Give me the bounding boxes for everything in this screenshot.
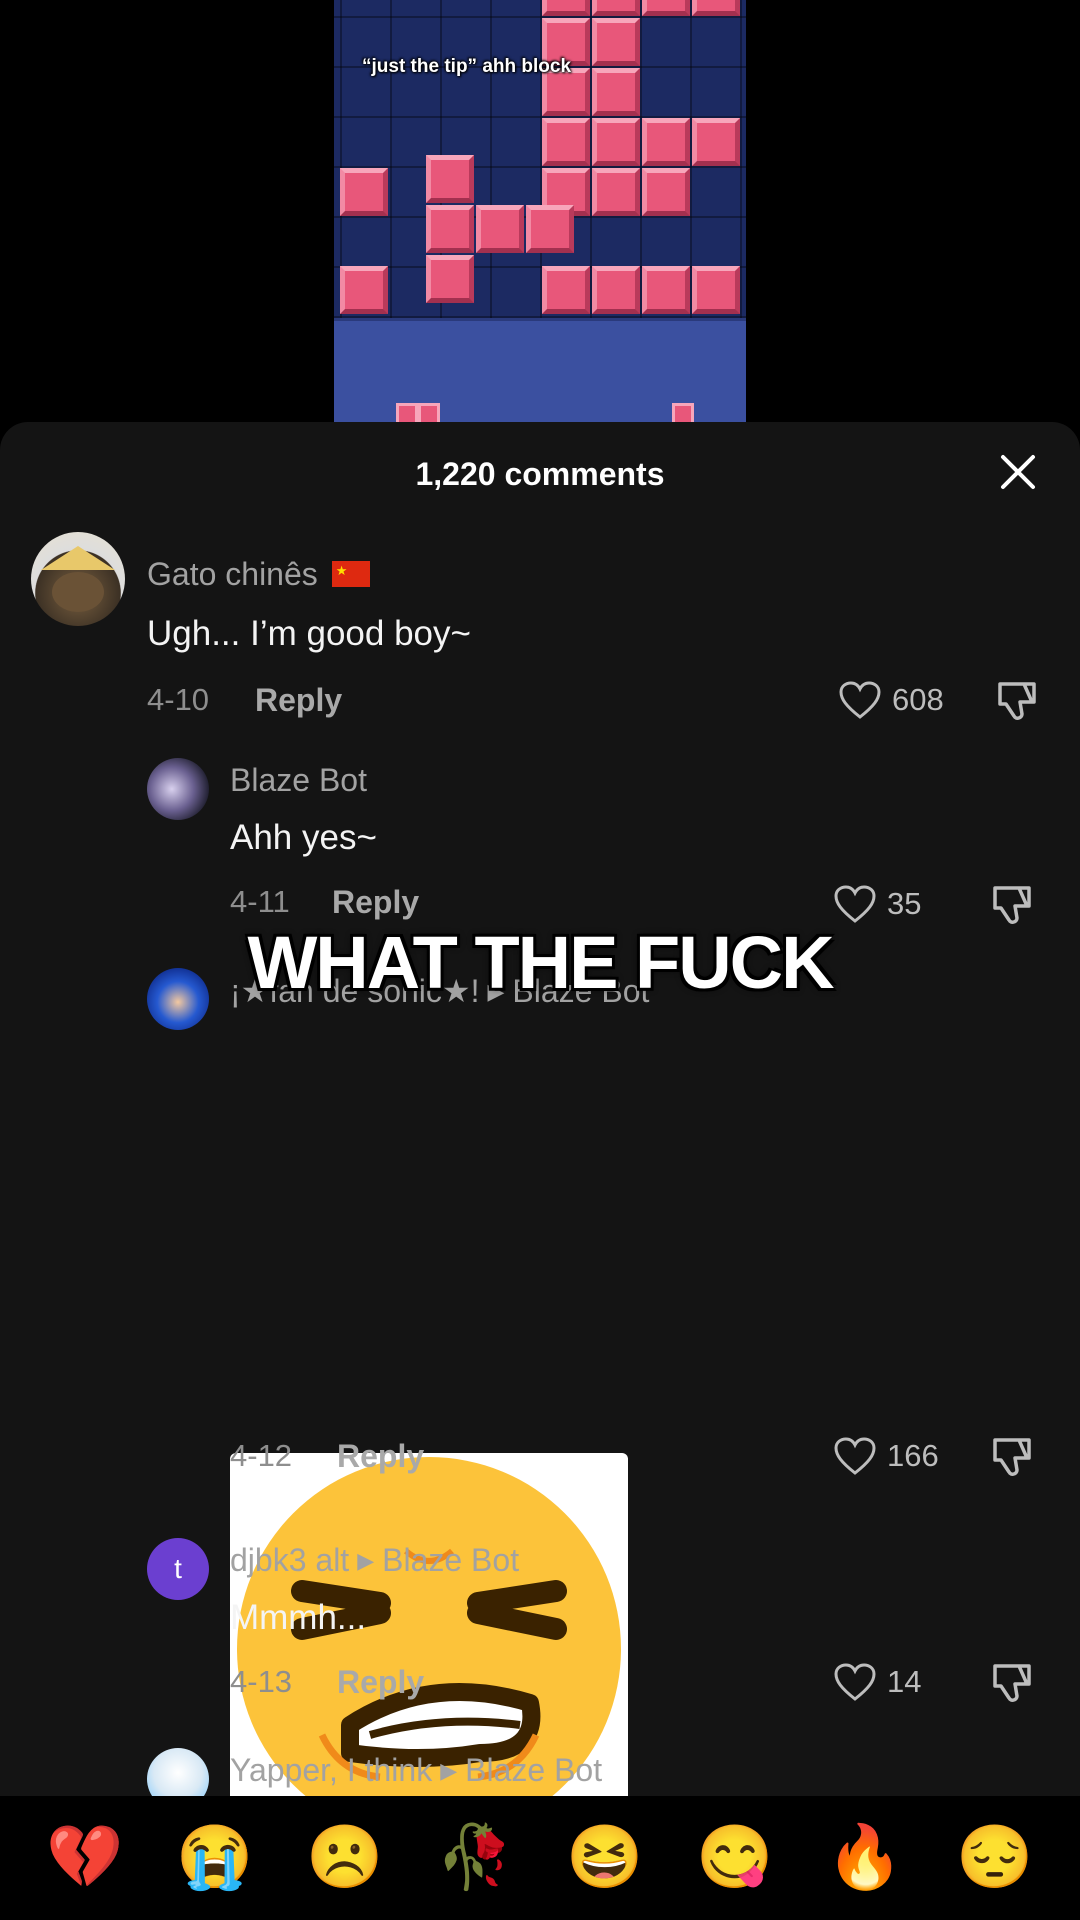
- comment: Gato chinês ★ Ugh... I’m good boy~ 4-10 R…: [0, 532, 1080, 732]
- avatar[interactable]: [31, 532, 125, 626]
- comment-date: 4-11: [230, 884, 290, 919]
- block-puzzle-board: [334, 0, 746, 318]
- comment-text: Ugh... I’m good boy~: [147, 614, 471, 653]
- comment-meta-row: 4-12 Reply 166: [0, 1434, 1080, 1494]
- china-flag-icon: ★: [331, 561, 370, 587]
- thumbs-down-icon: [998, 682, 1036, 720]
- comment-date: 4-10: [147, 682, 210, 717]
- like-button[interactable]: 608: [838, 678, 944, 722]
- comment-username[interactable]: Gato chinês ★: [147, 556, 370, 593]
- crying-face-emoji[interactable]: 😭: [176, 1827, 253, 1889]
- pensive-face-emoji[interactable]: 😔: [956, 1827, 1033, 1889]
- broken-heart-emoji[interactable]: 💔: [46, 1827, 123, 1889]
- like-button[interactable]: 14: [833, 1660, 921, 1704]
- comment-username[interactable]: djbk3 alt ▶ Blaze Bot: [230, 1542, 519, 1579]
- video-caption: “just the tip” ahh block: [362, 56, 572, 77]
- reply-button[interactable]: Reply: [337, 1438, 424, 1475]
- dislike-button[interactable]: [994, 678, 1040, 724]
- heart-icon: [834, 1437, 876, 1475]
- overlay-caption: WHAT THE FUCK: [247, 921, 834, 1004]
- comment-date: 4-13: [230, 1664, 293, 1699]
- reply-button[interactable]: Reply: [332, 884, 419, 921]
- wilted-flower-emoji[interactable]: 🥀: [436, 1827, 513, 1889]
- like-count: 608: [892, 682, 944, 717]
- laughing-face-emoji[interactable]: 😆: [566, 1827, 643, 1889]
- emoji-reaction-bar: 💔 😭 ☹️ 🥀 😆 😋 🔥 😔: [0, 1796, 1080, 1920]
- like-count: 14: [887, 1664, 922, 1699]
- comment-text: Mmmh...: [230, 1598, 367, 1637]
- heart-icon: [839, 681, 881, 719]
- frowning-face-emoji[interactable]: ☹️: [306, 1827, 383, 1889]
- comment-username[interactable]: Yapper, I think ▶ Blaze Bot: [230, 1752, 602, 1789]
- piece-tray: [334, 318, 746, 430]
- comments-sheet: 1,220 comments Gato chinês ★ Ugh... I’m g…: [0, 422, 1080, 1920]
- like-count: 166: [887, 1438, 939, 1473]
- comments-count-title: 1,220 comments: [415, 456, 665, 492]
- comment-date: 4-12: [230, 1438, 293, 1473]
- comment: t djbk3 alt ▶ Blaze Bot Mmmh... 4-13 Reply…: [0, 1532, 1080, 1732]
- like-button[interactable]: 166: [833, 1434, 939, 1478]
- video-preview[interactable]: “just the tip” ahh block: [334, 0, 746, 430]
- like-count: 35: [887, 886, 922, 921]
- comment-text: Ahh yes~: [230, 818, 377, 857]
- thumbs-down-icon: [993, 1664, 1031, 1702]
- heart-icon: [834, 885, 876, 923]
- yum-face-emoji[interactable]: 😋: [696, 1827, 773, 1889]
- avatar[interactable]: [147, 758, 209, 820]
- reply-button[interactable]: Reply: [255, 682, 342, 719]
- dislike-button[interactable]: [989, 1434, 1035, 1480]
- comment-username[interactable]: Blaze Bot: [230, 762, 367, 799]
- close-icon: [1001, 455, 1035, 489]
- avatar-letter: t: [174, 1553, 182, 1584]
- reply-button[interactable]: Reply: [337, 1664, 424, 1701]
- avatar[interactable]: t: [147, 1538, 209, 1600]
- heart-icon: [834, 1663, 876, 1701]
- dislike-button[interactable]: [989, 1660, 1035, 1706]
- thumbs-down-icon: [993, 1438, 1031, 1476]
- fire-emoji[interactable]: 🔥: [826, 1827, 903, 1889]
- close-button[interactable]: [996, 452, 1040, 496]
- comment: Yapper, I think ▶ Blaze Bot: [0, 1744, 1080, 1810]
